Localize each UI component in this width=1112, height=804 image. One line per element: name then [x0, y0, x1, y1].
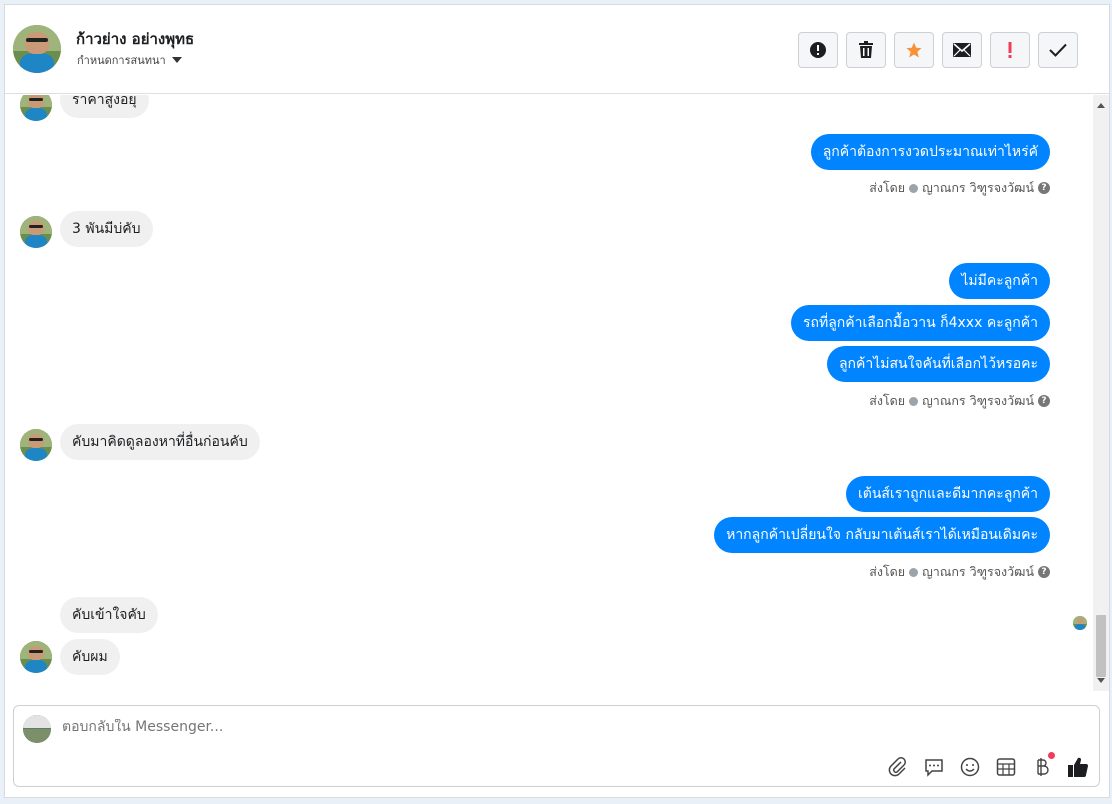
verified-icon: [909, 567, 919, 577]
info-button[interactable]: [798, 32, 838, 68]
help-icon[interactable]: ?: [1038, 182, 1050, 194]
outgoing-message[interactable]: เต้นส์เราถูกและดีมากคะลูกค้า: [845, 476, 1050, 512]
smiley-icon: [960, 757, 980, 777]
delete-button[interactable]: [846, 32, 886, 68]
contact-avatar-small: [20, 429, 52, 461]
incoming-message[interactable]: 3 พันมีบ่คับ: [60, 211, 153, 247]
conversation-header: ก้าวย่าง อย่างพุทธ กำหนดการสนทนา: [5, 5, 1109, 94]
sent-by-label: ส่งโดย ญาณกร วิฑูรจงวัฒน์ ?: [869, 562, 1050, 582]
star-icon: [906, 42, 922, 58]
composer-tools: [887, 752, 1089, 778]
assign-conversation-dropdown[interactable]: กำหนดการสนทนา: [77, 51, 182, 69]
sent-by-prefix: ส่งโดย: [869, 393, 906, 408]
sent-by-prefix: ส่งโดย: [869, 180, 906, 195]
mark-important-button[interactable]: [990, 32, 1030, 68]
page-avatar: [23, 715, 51, 743]
contact-name[interactable]: ก้าวย่าง อย่างพุทธ: [76, 27, 194, 51]
thumbs-up-icon: [1068, 757, 1088, 777]
info-icon: [810, 42, 826, 58]
mail-icon: [953, 43, 971, 57]
scrollbar-thumb[interactable]: [1096, 615, 1106, 677]
header-actions: [798, 32, 1078, 68]
reply-composer: [13, 705, 1100, 787]
contact-avatar-small: [20, 641, 52, 673]
check-icon: [1049, 43, 1067, 57]
saved-replies-button[interactable]: [923, 756, 945, 778]
outgoing-message[interactable]: ลูกค้าไม่สนใจคันที่เลือกไว้หรอคะ: [826, 346, 1050, 382]
incoming-message[interactable]: คับเข้าใจคับ: [60, 597, 158, 633]
calculator-button[interactable]: [995, 756, 1017, 778]
emoji-button[interactable]: [959, 756, 981, 778]
sent-by-label: ส่งโดย ญาณกร วิฑูรจงวัฒน์ ?: [869, 391, 1050, 411]
seen-indicator-avatar: [1073, 616, 1087, 630]
notification-dot: [1048, 752, 1055, 759]
attach-file-button[interactable]: [887, 756, 909, 778]
star-button[interactable]: [894, 32, 934, 68]
incoming-message[interactable]: ราคาสูงอยุ่: [60, 95, 149, 118]
contact-avatar-small: [20, 95, 52, 121]
sent-by-label: ส่งโดย ญาณกร วิฑูรจงวัฒน์ ?: [869, 178, 1050, 198]
baht-icon: [1037, 758, 1049, 776]
payment-button[interactable]: [1031, 752, 1055, 778]
sent-by-agent: ญาณกร วิฑูรจงวัฒน์: [922, 180, 1034, 195]
mail-button[interactable]: [942, 32, 982, 68]
outgoing-message[interactable]: หากลูกค้าเปลี่ยนใจ กลับมาเต้นส์เราได้เหม…: [714, 517, 1050, 553]
outgoing-message[interactable]: ลูกค้าต้องการงวดประมาณเท่าไหร่คั: [810, 134, 1050, 170]
verified-icon: [909, 396, 919, 406]
message-thread[interactable]: ราคาสูงอยุ่ ลูกค้าต้องการงวดประมาณเท่าไห…: [5, 95, 1095, 691]
calculator-icon: [996, 758, 1016, 776]
contact-avatar-small: [20, 216, 52, 248]
reply-input[interactable]: [62, 719, 962, 735]
sent-by-agent: ญาณกร วิฑูรจงวัฒน์: [922, 393, 1034, 408]
messenger-panel: ก้าวย่าง อย่างพุทธ กำหนดการสนทนา ราคาสูง…: [4, 4, 1110, 798]
trash-icon: [859, 41, 873, 58]
scroll-up-arrow-icon[interactable]: [1097, 103, 1105, 108]
paperclip-icon: [888, 757, 906, 777]
help-icon[interactable]: ?: [1038, 566, 1050, 578]
sent-by-agent: ญาณกร วิฑูรจงวัฒน์: [922, 564, 1034, 579]
help-icon[interactable]: ?: [1038, 395, 1050, 407]
mark-done-button[interactable]: [1038, 32, 1078, 68]
assign-conversation-label: กำหนดการสนทนา: [77, 54, 166, 67]
scroll-down-arrow-icon[interactable]: [1097, 678, 1105, 683]
speech-bubble-icon: [925, 759, 943, 777]
like-button[interactable]: [1067, 756, 1089, 778]
exclamation-icon: [1008, 42, 1012, 58]
outgoing-message[interactable]: ไม่มีคะลูกค้า: [949, 263, 1050, 299]
incoming-message[interactable]: คับผม: [60, 639, 120, 675]
outgoing-message[interactable]: รถที่ลูกค้าเลือกมื้อวาน ก็4xxx คะลูกค้า: [791, 305, 1050, 341]
contact-avatar[interactable]: [13, 25, 61, 73]
incoming-message[interactable]: คับมาคิดดูลองหาที่อื่นก่อนคับ: [60, 424, 260, 460]
verified-icon: [909, 183, 919, 193]
thread-scrollbar[interactable]: [1093, 95, 1109, 691]
caret-down-icon: [171, 57, 182, 63]
sent-by-prefix: ส่งโดย: [869, 564, 906, 579]
